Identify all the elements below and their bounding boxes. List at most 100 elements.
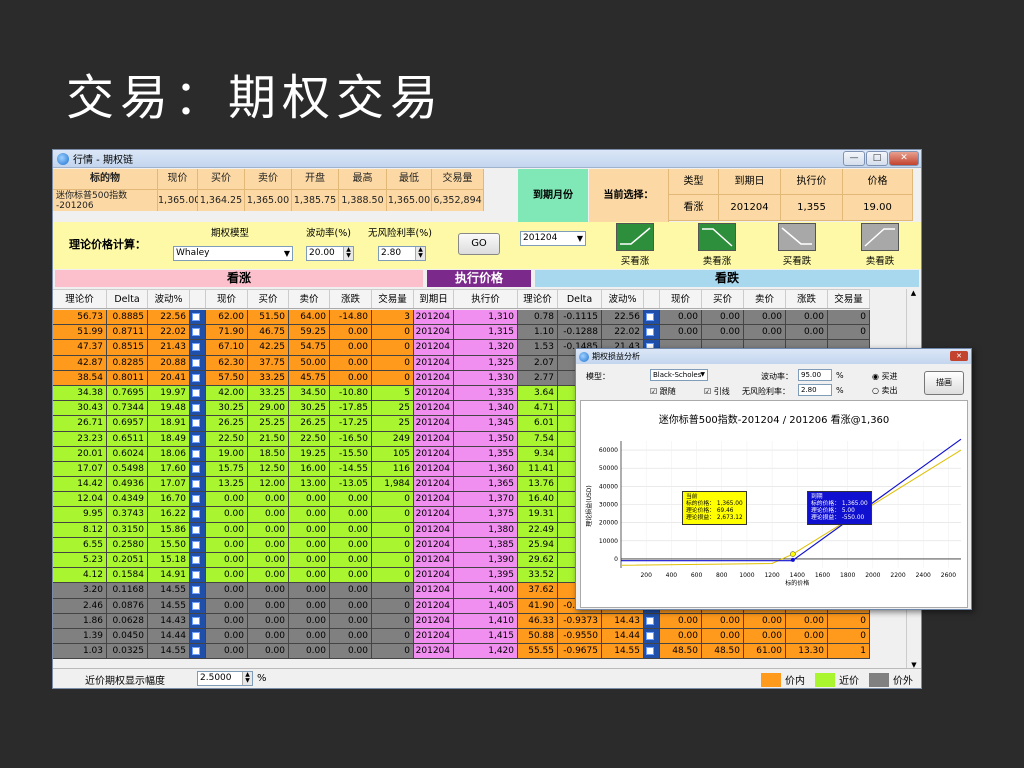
column-header[interactable]: 卖价 xyxy=(289,290,330,308)
chart-icon[interactable] xyxy=(190,568,206,584)
chart-icon[interactable] xyxy=(190,355,206,371)
sell-label: 卖出 xyxy=(881,386,898,395)
put-cell: -0.9675 xyxy=(558,644,602,660)
guide-checkbox[interactable]: ☑ 引线 xyxy=(704,386,730,397)
chart-icon[interactable] xyxy=(190,401,206,417)
dialog-titlebar[interactable]: 期权损益分析 ✕ xyxy=(576,349,971,364)
minimize-button[interactable]: — xyxy=(843,151,865,166)
chart-icon[interactable] xyxy=(190,477,206,493)
call-cell: 0.00 xyxy=(289,628,330,645)
call-cell: 22.50 xyxy=(289,431,330,447)
chart-icon[interactable] xyxy=(190,644,206,660)
call-cell: 8.12 xyxy=(53,522,107,538)
chart-icon[interactable] xyxy=(190,310,206,326)
column-header[interactable]: 理论价 xyxy=(53,290,107,308)
maximize-button[interactable]: □ xyxy=(866,151,888,166)
call-cell: 0.00 xyxy=(289,598,330,614)
sell-radio[interactable]: ○ 卖出 xyxy=(872,385,898,396)
table-row[interactable]: 1.39 0.0450 14.44 0.00 0.00 0.00 0.00 0 201204 1,… xyxy=(53,628,870,645)
chart-icon[interactable] xyxy=(190,537,206,553)
chart-icon[interactable] xyxy=(190,431,206,447)
chart-icon[interactable] xyxy=(644,325,660,341)
quote-name: 迷你标普500指数 -201206 xyxy=(53,189,158,211)
column-header[interactable]: 买价 xyxy=(248,290,289,308)
model-select[interactable]: Whaley ▼ xyxy=(173,246,293,261)
spinner-arrows-icon[interactable]: ▲ ▼ xyxy=(242,672,252,685)
strategy-buy-put[interactable]: 买看跌 xyxy=(770,223,824,267)
call-cell: 0.2580 xyxy=(107,537,148,553)
vol-spinner[interactable]: 20.00 ▲ ▼ xyxy=(306,246,354,261)
put-cell: 0.00 xyxy=(660,613,702,629)
chart-icon[interactable] xyxy=(190,583,206,599)
column-header[interactable]: 现价 xyxy=(660,290,702,308)
dialog-model-select[interactable]: Black-Scholes ▼ xyxy=(650,369,708,381)
chart-icon[interactable] xyxy=(190,628,206,645)
chart-icon[interactable] xyxy=(190,598,206,614)
column-header[interactable]: 理论价 xyxy=(518,290,558,308)
spinner-arrows-icon[interactable]: ▲ ▼ xyxy=(415,247,425,260)
chart-icon[interactable] xyxy=(190,370,206,386)
chart-icon[interactable] xyxy=(190,416,206,432)
close-button[interactable]: ✕ xyxy=(889,151,919,166)
column-header[interactable] xyxy=(190,290,206,308)
table-row[interactable]: 1.03 0.0325 14.55 0.00 0.00 0.00 0.00 0 201204 1,… xyxy=(53,644,870,660)
window-titlebar[interactable]: 行情 - 期权链 — □ ✕ xyxy=(53,150,921,168)
strategy-buy-call[interactable]: 买看涨 xyxy=(608,223,662,267)
column-header[interactable]: 交易量 xyxy=(828,290,870,308)
column-header[interactable]: 波动% xyxy=(602,290,644,308)
chart-icon[interactable] xyxy=(644,628,660,645)
chart-icon-glyph xyxy=(192,388,200,397)
spinner-arrows-icon[interactable]: ▲ ▼ xyxy=(343,247,353,260)
chart-icon[interactable] xyxy=(644,310,660,326)
column-header[interactable]: 买价 xyxy=(702,290,744,308)
scroll-up-icon[interactable]: ▲ xyxy=(907,289,920,297)
chart-icon[interactable] xyxy=(190,385,206,402)
put-cell: 0.00 xyxy=(744,325,786,341)
strategy-sell-call[interactable]: 卖看涨 xyxy=(690,223,744,267)
dialog-close-icon[interactable]: ✕ xyxy=(950,351,968,361)
dialog-rate-spinner[interactable]: 2.80 xyxy=(798,384,832,396)
call-cell: 22.02 xyxy=(148,325,190,341)
chart-icon[interactable] xyxy=(190,553,206,569)
call-cell: 15.86 xyxy=(148,522,190,538)
put-cell: 29.62 xyxy=(518,553,558,569)
column-header[interactable]: 涨跌 xyxy=(330,290,372,308)
chart-icon[interactable] xyxy=(190,446,206,462)
chart-icon[interactable] xyxy=(190,522,206,538)
go-button[interactable]: GO xyxy=(458,233,500,255)
draw-button[interactable]: 描画 xyxy=(924,371,964,395)
column-header[interactable]: 卖价 xyxy=(744,290,786,308)
chart-icon[interactable] xyxy=(644,613,660,629)
column-header[interactable]: 交易量 xyxy=(372,290,414,308)
column-header[interactable]: Delta xyxy=(558,290,602,308)
rate-spinner[interactable]: 2.80 ▲ ▼ xyxy=(378,246,426,261)
follow-checkbox[interactable]: ☑ 跟随 xyxy=(650,386,676,397)
buy-radio[interactable]: ◉ 买进 xyxy=(872,371,898,382)
table-row[interactable]: 51.99 0.8711 22.02 71.90 46.75 59.25 0.00 0 2012… xyxy=(53,325,870,341)
column-header[interactable]: Delta xyxy=(107,290,148,308)
chart-icon[interactable] xyxy=(190,325,206,341)
chart-icon[interactable] xyxy=(190,340,206,356)
column-header[interactable]: 波动% xyxy=(148,290,190,308)
column-header[interactable]: 执行价 xyxy=(454,290,518,308)
call-cell: 0.00 xyxy=(330,537,372,553)
near-range-spinner[interactable]: 2.5000 ▲ ▼ xyxy=(197,671,253,686)
put-cell: 16.40 xyxy=(518,492,558,508)
table-row[interactable]: 56.73 0.8885 22.56 62.00 51.50 64.00 -14.80 3 20… xyxy=(53,310,870,326)
column-header[interactable] xyxy=(644,290,660,308)
column-header[interactable]: 涨跌 xyxy=(786,290,828,308)
column-header[interactable]: 到期日 xyxy=(414,290,454,308)
column-header[interactable]: 现价 xyxy=(206,290,248,308)
chart-icon[interactable] xyxy=(644,644,660,660)
chart-icon[interactable] xyxy=(190,461,206,478)
chart-icon[interactable] xyxy=(190,613,206,629)
put-cell: 48.50 xyxy=(660,644,702,660)
current-selection-label: 当前选择： xyxy=(589,169,669,222)
strategy-sell-put[interactable]: 卖看跌 xyxy=(853,223,907,267)
dialog-vol-spinner[interactable]: 95.00 xyxy=(798,369,832,381)
expiry-select[interactable]: 201204 ▼ xyxy=(520,231,586,246)
call-cell: 0.00 xyxy=(248,613,289,629)
chart-icon[interactable] xyxy=(190,507,206,523)
chart-icon[interactable] xyxy=(190,492,206,508)
table-row[interactable]: 1.86 0.0628 14.43 0.00 0.00 0.00 0.00 0 201204 1,… xyxy=(53,613,870,629)
